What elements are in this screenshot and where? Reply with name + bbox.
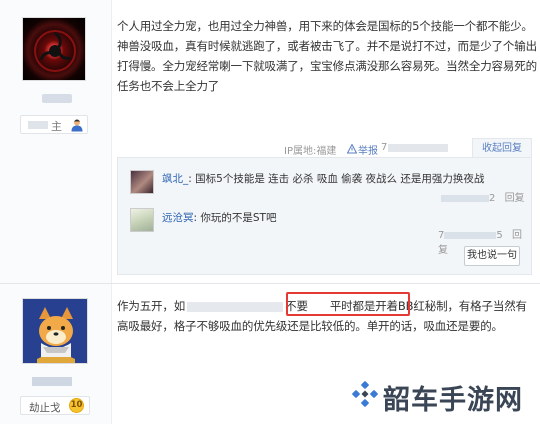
post-content-part: 作为五开，如 bbox=[117, 299, 186, 313]
level-badge: 10 bbox=[69, 398, 84, 413]
report-icon[interactable] bbox=[347, 144, 357, 154]
badge-blurred-text bbox=[28, 121, 48, 129]
username-blurred[interactable] bbox=[32, 377, 72, 386]
reply-time-suffix: 2 bbox=[489, 193, 496, 204]
reply-text: 你玩的不是ST吧 bbox=[200, 212, 277, 224]
badge-text: 劫止戈 bbox=[29, 402, 61, 414]
user-avatar[interactable] bbox=[22, 298, 88, 364]
reply-action-link[interactable]: 回复 bbox=[505, 193, 525, 204]
highlight-box bbox=[286, 292, 410, 316]
blurred-text bbox=[187, 301, 284, 312]
ip-location: IP属地:福建 bbox=[284, 146, 337, 157]
report-link[interactable]: 举报 bbox=[358, 142, 378, 157]
username-blurred[interactable] bbox=[42, 94, 72, 103]
watermark-text: 韶车手游网 bbox=[383, 385, 523, 416]
reply-time: 2 回复 bbox=[441, 189, 525, 204]
reply-avatar[interactable] bbox=[130, 208, 154, 232]
post-content: 个人用过全力宠，也用过全力神兽，用下来的体会是国标的5个技能一个都不能少。神兽没… bbox=[117, 19, 537, 93]
reply-text: 国标5个技能是 连击 必杀 吸血 偷袭 夜战么 还是用强力换夜战 bbox=[195, 173, 485, 185]
reply-box: 飒北_: 国标5个技能是 连击 必杀 吸血 偷袭 夜战么 还是用强力换夜战 2 … bbox=[117, 157, 532, 275]
reply-item: 飒北_: 国标5个技能是 连击 必杀 吸血 偷袭 夜战么 还是用强力换夜战 bbox=[162, 171, 484, 186]
post-divider bbox=[0, 283, 540, 284]
reply-username[interactable]: 远沧冥 bbox=[162, 212, 194, 224]
reply-avatar[interactable] bbox=[130, 170, 154, 194]
badge-text: 主 bbox=[51, 120, 62, 133]
collapse-replies-button[interactable]: 收起回复 bbox=[472, 138, 532, 158]
post-date-prefix: 7 bbox=[381, 142, 388, 153]
user-badge: 主 bbox=[20, 115, 88, 134]
add-comment-button[interactable]: 我也说一句 bbox=[464, 246, 520, 266]
reply-time-suffix: 5 bbox=[496, 230, 503, 241]
reply-time-blurred bbox=[444, 231, 497, 239]
user-person-icon bbox=[71, 119, 83, 132]
post-date-blurred bbox=[388, 144, 448, 152]
reply-item: 远沧冥: 你玩的不是ST吧 bbox=[162, 210, 276, 225]
user-badge: 劫止戈 10 bbox=[20, 396, 90, 415]
watermark-logo-icon bbox=[352, 381, 378, 407]
user-avatar[interactable] bbox=[22, 17, 86, 81]
reply-time-blurred bbox=[441, 194, 489, 202]
reply-username[interactable]: 飒北_ bbox=[162, 173, 188, 185]
